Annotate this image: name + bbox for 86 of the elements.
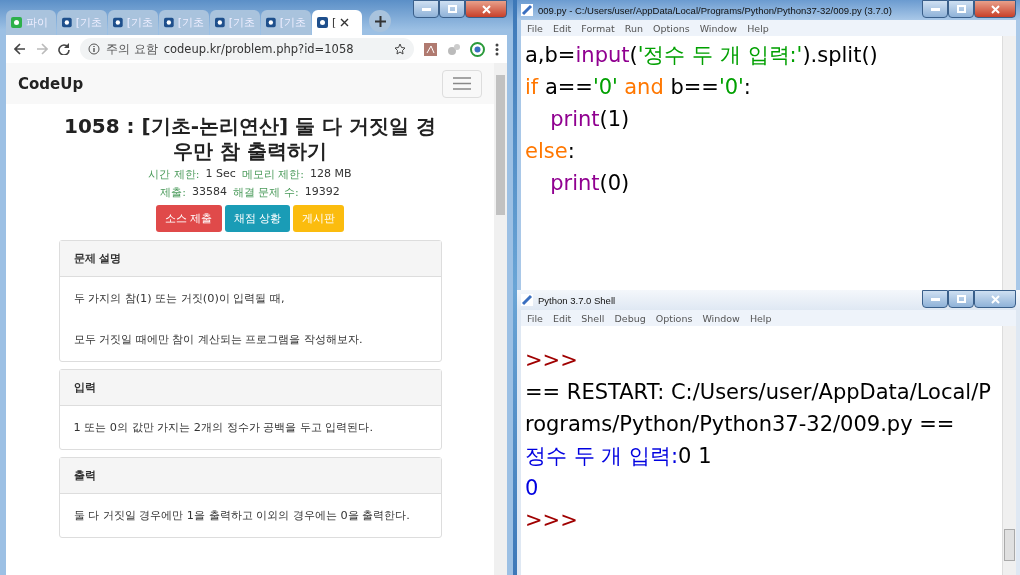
site-brand[interactable]: CodeUp [18, 74, 84, 93]
browser-tab[interactable]: [ [312, 10, 362, 35]
tab-favicon-icon [317, 17, 328, 28]
menu-item[interactable]: Window [699, 22, 738, 34]
menu-item[interactable]: Window [702, 312, 740, 324]
minimize-button[interactable] [922, 290, 948, 308]
close-icon [481, 4, 491, 14]
menu-item[interactable]: Options [655, 312, 693, 324]
menu-item[interactable]: Options [653, 22, 690, 34]
new-tab-button[interactable] [369, 10, 391, 32]
close-button[interactable] [974, 0, 1016, 18]
address-bar[interactable]: 주의 요함 codeup.kr/problem.php?id=1058 [80, 38, 414, 60]
star-icon[interactable] [394, 43, 406, 55]
section-heading: 출력 [59, 458, 441, 494]
maximize-icon [956, 295, 966, 303]
tab-favicon-icon [164, 17, 174, 28]
menu-item[interactable]: Shell [581, 312, 605, 324]
tab-favicon-icon [113, 17, 123, 28]
section-text: 1 또는 0의 값만 가지는 2개의 정수가 공백을 두고 입력된다. [73, 420, 374, 435]
code-line: print(1) [549, 106, 631, 133]
meta-label: 해결 문제 수: [233, 185, 299, 200]
minimize-button[interactable] [922, 0, 948, 18]
meta-label: 제출: [160, 185, 186, 200]
window-title: 009.py - C:/Users/user/AppData/Local/Programs/Python/Python37-32/009.py (3.7.0) [538, 4, 892, 16]
menu-item[interactable]: Help [747, 22, 769, 34]
section-heading: 입력 [59, 370, 441, 406]
section-heading: 문제 설명 [59, 241, 441, 277]
menu-item[interactable]: Edit [552, 22, 572, 34]
code-line: if a=='0' and b=='0': [525, 74, 752, 101]
close-icon [990, 4, 1000, 14]
close-button[interactable] [974, 290, 1016, 308]
maximize-button[interactable] [439, 0, 465, 18]
maximize-button[interactable] [948, 0, 974, 18]
code-line: print(0) [549, 170, 631, 197]
security-label: 주의 요함 [106, 41, 158, 57]
meta-value: 19392 [304, 185, 340, 200]
back-icon[interactable] [14, 43, 26, 55]
code-line: a,b=input('정수 두 개 입력:').split() [525, 42, 879, 69]
scrollbar[interactable] [1002, 36, 1016, 290]
tab-favicon-icon [215, 17, 225, 28]
meta-label: 시간 제한: [148, 167, 200, 182]
action-button[interactable]: 소스 제출 [156, 205, 222, 232]
scrollbar[interactable] [1002, 326, 1016, 575]
minimize-icon [930, 297, 940, 301]
meta-value: 128 MB [310, 167, 352, 182]
menu-icon[interactable] [495, 42, 499, 56]
code-line: >>> [525, 507, 579, 534]
tab-favicon-icon [11, 17, 22, 28]
menu-item[interactable]: Run [624, 22, 643, 34]
code-line: 0 [525, 475, 540, 502]
close-tab-icon[interactable] [340, 18, 350, 27]
code-line: >>> [525, 347, 579, 374]
code-line: == RESTART: C:/Users/user/AppData/Local/Programs/Python/Python37-32/009.py == [525, 379, 992, 438]
section-text: 둘 다 거짓일 경우에만 1을 출력하고 이외의 경우에는 0을 출력한다. [73, 508, 411, 523]
menu-item[interactable]: Help [749, 312, 772, 324]
menu-item[interactable]: Format [581, 22, 615, 34]
section-text: 모두 거짓일 때에만 참이 계산되는 프로그램을 작성해보자. [73, 332, 364, 347]
close-icon [990, 294, 1000, 304]
window-title: Python 3.7.0 Shell [538, 294, 616, 306]
tab-favicon-icon [266, 17, 276, 28]
reload-icon[interactable] [58, 43, 70, 55]
code-line: 정수 두 개 입력:0 1 [525, 443, 713, 470]
menu-item[interactable]: Edit [552, 312, 572, 324]
section-text: 두 가지의 참(1) 또는 거짓(0)이 입력될 때, [73, 291, 286, 306]
tab-favicon-icon [62, 17, 72, 28]
menu-item[interactable]: File [527, 312, 543, 324]
maximize-icon [447, 5, 457, 13]
meta-label: 메모리 제한: [241, 167, 305, 182]
menu-item[interactable]: File [527, 22, 543, 34]
menu-icon [453, 77, 471, 90]
url-text: codeup.kr/problem.php?id=1058 [163, 42, 355, 56]
maximize-icon [956, 5, 966, 13]
menu-item[interactable]: Debug [614, 312, 646, 324]
minimize-button[interactable] [413, 0, 439, 18]
extension-badge-icon[interactable] [470, 41, 485, 57]
info-icon [88, 43, 100, 55]
close-button[interactable] [465, 0, 507, 18]
meta-value: 33584 [192, 185, 227, 200]
minimize-icon [421, 7, 431, 11]
minimize-icon [930, 7, 940, 11]
maximize-button[interactable] [948, 290, 974, 308]
problem-title: 1058 : [기초-논리연산] 둘 다 거짓일 경우만 참 출력하기 [63, 114, 437, 164]
code-line: else: [525, 138, 576, 165]
scrollbar[interactable] [494, 63, 507, 575]
plus-icon [374, 15, 386, 27]
meta-value: 1 Sec [205, 167, 236, 182]
